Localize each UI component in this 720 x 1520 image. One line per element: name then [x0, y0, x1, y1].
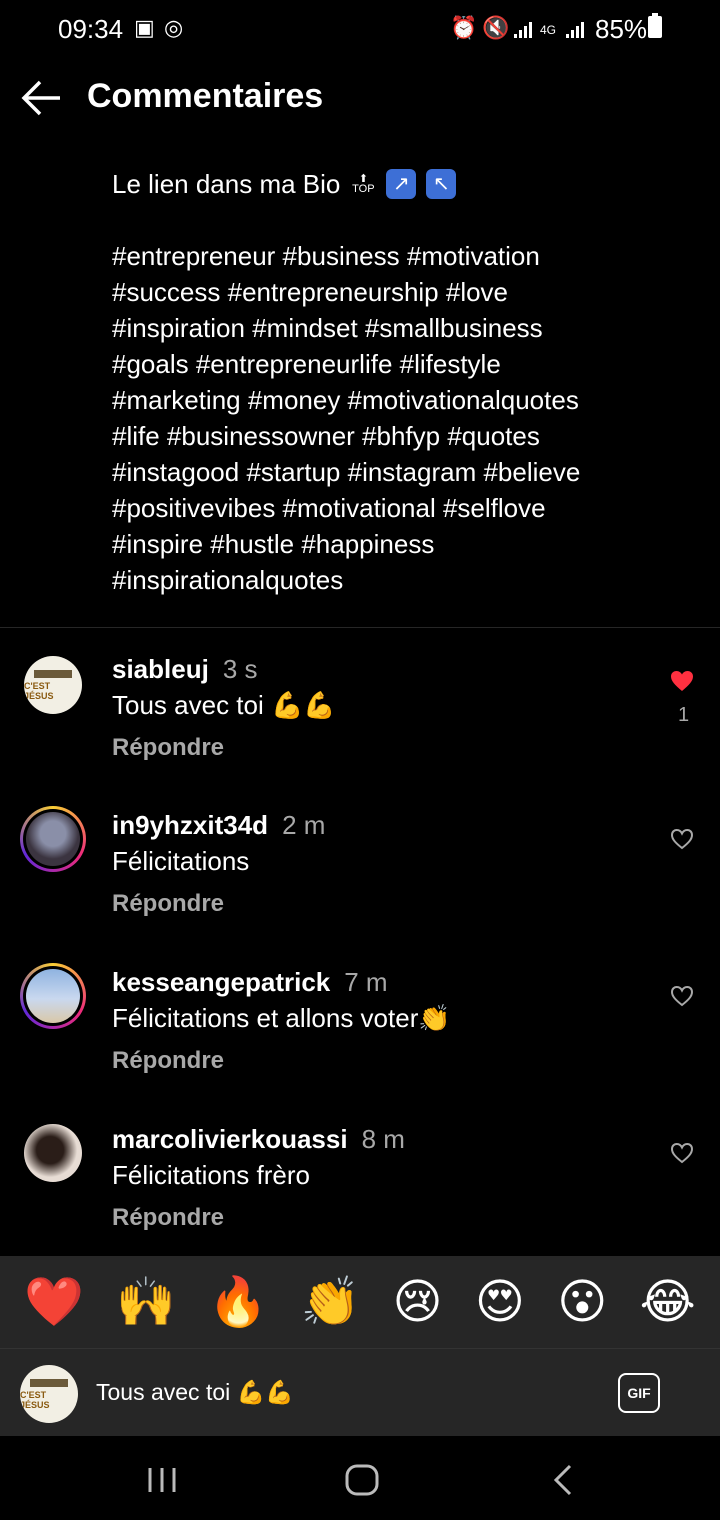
- heart-outline-icon: [670, 828, 694, 850]
- reply-button[interactable]: Répondre: [112, 1047, 224, 1075]
- reply-button[interactable]: Répondre: [112, 1204, 224, 1232]
- reaction-crying[interactable]: 😢: [393, 1273, 443, 1331]
- alarm-icon: ⏰: [450, 15, 478, 40]
- heart-filled-icon: [671, 671, 693, 691]
- hashtag-line[interactable]: #instagood #startup #instagram #believe: [112, 454, 672, 490]
- reaction-raised-hands[interactable]: 🙌: [116, 1273, 176, 1331]
- system-back-button[interactable]: [544, 1460, 584, 1500]
- hashtag-line[interactable]: #inspirationalquotes: [112, 562, 672, 598]
- reaction-heart[interactable]: ❤️: [24, 1273, 84, 1331]
- hashtag-line[interactable]: #inspire #hustle #happiness: [112, 526, 672, 562]
- heart-outline-icon: [670, 985, 694, 1007]
- status-time: 09:34: [58, 14, 124, 44]
- comment-username[interactable]: siableuj: [112, 654, 209, 684]
- comment-username[interactable]: marcolivierkouassi: [112, 1124, 348, 1154]
- reaction-clap[interactable]: 👏: [300, 1273, 360, 1331]
- reaction-fire[interactable]: 🔥: [208, 1273, 268, 1331]
- post-caption: Le lien dans ma Bio ⬆ TOP ↗ ↖ #entreprene…: [112, 166, 672, 598]
- recents-icon: [148, 1468, 176, 1492]
- battery-icon: [648, 13, 662, 38]
- comment-text: Félicitations: [112, 846, 250, 876]
- hashtag-line[interactable]: #inspiration #mindset #smallbusiness: [112, 310, 672, 346]
- comment-time: 2 m: [282, 810, 326, 840]
- reaction-surprised[interactable]: 😮: [557, 1273, 607, 1331]
- avatar[interactable]: [20, 806, 86, 872]
- back-arrow-icon: [21, 80, 60, 116]
- reply-button[interactable]: Répondre: [112, 890, 224, 918]
- comment-item: in9yhzxit34d 2 m Félicitations Répondre: [0, 806, 720, 926]
- hashtag-list: #entrepreneur #business #motivation #suc…: [112, 238, 672, 598]
- page-title: Commentaires: [87, 77, 324, 115]
- hashtag-line[interactable]: #marketing #money #motivationalquotes: [112, 382, 672, 418]
- up-right-arrow-icon: ↗: [386, 169, 417, 199]
- comment-item: kesseangepatrick 7 m Félicitations et all…: [0, 963, 720, 1083]
- network-type-label: 4G: [540, 23, 557, 37]
- comment-input-bar: C'EST JÉSUS Tous avec toi 💪💪 GIF: [0, 1348, 720, 1437]
- avatar[interactable]: [20, 963, 86, 1029]
- emoji-reaction-bar: ❤️ 🙌 🔥 👏 😢 😍 😮 😂: [0, 1256, 720, 1348]
- hashtag-line[interactable]: #entrepreneur #business #motivation: [112, 238, 672, 274]
- top-arrow-icon: ⬆ TOP: [352, 173, 375, 195]
- avatar[interactable]: [24, 1124, 82, 1182]
- home-button[interactable]: [342, 1460, 382, 1500]
- heart-outline-icon: [670, 1142, 694, 1164]
- caption-intro: Le lien dans ma Bio: [112, 169, 341, 199]
- signal-icon-2: [566, 20, 586, 38]
- comment-username[interactable]: kesseangepatrick: [112, 967, 330, 997]
- comment-text: Félicitations et allons voter👏: [112, 1003, 451, 1033]
- mute-icon: 🔇: [482, 15, 510, 40]
- gif-button[interactable]: GIF: [618, 1373, 660, 1413]
- reply-button[interactable]: Répondre: [112, 734, 224, 762]
- recents-button[interactable]: [142, 1460, 182, 1500]
- comment-time: 3 s: [222, 654, 258, 684]
- comment-username[interactable]: in9yhzxit34d: [112, 810, 268, 840]
- comment-item: C'EST JÉSUS siableuj 3 s Tous avec toi 💪💪…: [0, 652, 720, 772]
- like-button[interactable]: [670, 985, 696, 1009]
- system-nav-bar: [0, 1436, 720, 1520]
- comment-text: Tous avec toi 💪💪: [112, 690, 336, 720]
- comment-time: 8 m: [361, 1124, 405, 1154]
- like-count: 1: [678, 704, 690, 726]
- header: Commentaires: [0, 60, 720, 136]
- reaction-heart-eyes[interactable]: 😍: [475, 1273, 525, 1331]
- chevron-left-icon: [553, 1464, 572, 1496]
- signal-icon: [514, 20, 534, 38]
- status-bar: 09:34 ▣ ◎ ⏰ 🔇 4G 85%: [0, 0, 720, 56]
- like-button[interactable]: [670, 670, 696, 694]
- whatsapp-icon: ◎: [164, 15, 184, 40]
- comment-item: marcolivierkouassi 8 m Félicitations frèr…: [0, 1120, 720, 1240]
- home-icon: [345, 1464, 379, 1496]
- hashtag-line[interactable]: #success #entrepreneurship #love: [112, 274, 672, 310]
- comment-input[interactable]: Tous avec toi 💪💪: [96, 1379, 294, 1406]
- hashtag-line[interactable]: #goals #entrepreneurlife #lifestyle: [112, 346, 672, 382]
- divider: [0, 627, 720, 628]
- avatar[interactable]: C'EST JÉSUS: [24, 656, 82, 714]
- like-button[interactable]: [670, 1142, 696, 1166]
- gallery-icon: ▣: [134, 15, 155, 40]
- comment-time: 7 m: [344, 967, 388, 997]
- back-button[interactable]: [20, 78, 64, 118]
- hashtag-line[interactable]: #positivevibes #motivational #selflove: [112, 490, 672, 526]
- comment-text: Félicitations frèro: [112, 1160, 310, 1190]
- battery-percentage: 85%: [595, 14, 648, 44]
- hashtag-line[interactable]: #life #businessowner #bhfyp #quotes: [112, 418, 672, 454]
- reaction-laughing[interactable]: 😂: [640, 1273, 696, 1331]
- avatar: C'EST JÉSUS: [20, 1365, 78, 1423]
- up-left-arrow-icon: ↖: [426, 169, 457, 199]
- like-button[interactable]: [670, 828, 696, 852]
